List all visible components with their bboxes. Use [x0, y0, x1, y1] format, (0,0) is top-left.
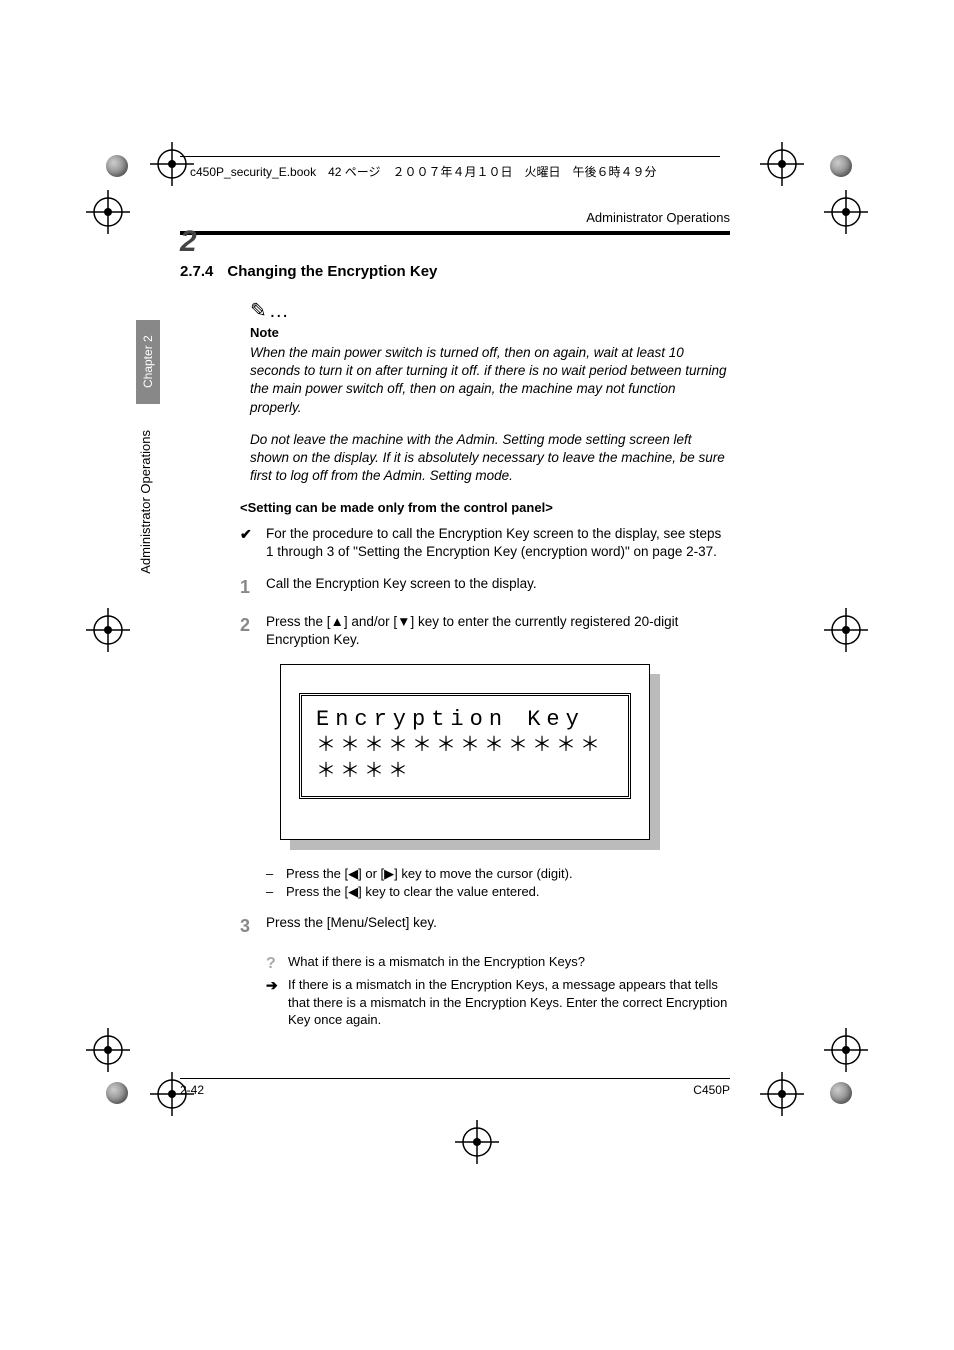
chapter-side-label: Administrator Operations	[138, 430, 153, 574]
procedure-step-1: 1 Call the Encryption Key screen to the …	[240, 575, 730, 599]
registration-mark-icon	[760, 1072, 804, 1116]
question-item: ? What if there is a mismatch in the Enc…	[266, 953, 730, 975]
lcd-line-1: Encryption Key	[316, 706, 614, 735]
section-title-text: Changing the Encryption Key	[227, 263, 437, 280]
note-paragraph: Do not leave the machine with the Admin.…	[250, 431, 730, 486]
registration-mark-icon	[455, 1120, 499, 1164]
note-label: Note	[250, 325, 730, 340]
procedure-text: Call the Encryption Key screen to the di…	[266, 575, 730, 599]
lcd-display: Encryption Key ＊＊＊＊＊＊＊＊＊＊＊＊＊＊＊＊	[280, 664, 650, 841]
dash-icon: –	[266, 866, 286, 882]
dash-icon: –	[266, 884, 286, 900]
question-text: What if there is a mismatch in the Encry…	[288, 953, 730, 975]
procedure-step-2: 2 Press the [▲] and/or [▼] key to enter …	[240, 613, 730, 649]
note-paragraph: When the main power switch is turned off…	[250, 344, 730, 417]
corner-dot	[106, 155, 128, 177]
arrow-icon: ➔	[266, 976, 288, 1029]
answer-text: If there is a mismatch in the Encryption…	[288, 976, 730, 1029]
running-head: Administrator Operations	[180, 210, 730, 225]
registration-mark-icon	[824, 1028, 868, 1072]
source-file-text: c450P_security_E.book 42 ページ ２００７年４月１０日 …	[190, 163, 657, 180]
substep-text: Press the [◀] or [▶] key to move the cur…	[286, 866, 730, 882]
procedure-text: For the procedure to call the Encryption…	[266, 525, 730, 561]
registration-mark-icon	[86, 1028, 130, 1072]
step-number: 2	[240, 613, 266, 649]
substep: – Press the [◀] key to clear the value e…	[266, 884, 730, 900]
registration-mark-icon	[86, 608, 130, 652]
page-number: 2-42	[180, 1083, 204, 1097]
procedure-prestep: ✔ For the procedure to call the Encrypti…	[240, 525, 730, 561]
registration-mark-icon	[760, 142, 804, 186]
corner-dot	[830, 155, 852, 177]
note-body: When the main power switch is turned off…	[250, 344, 730, 486]
registration-mark-icon	[150, 142, 194, 186]
procedure-step-3: 3 Press the [Menu/Select] key.	[240, 914, 730, 938]
step-number: 3	[240, 914, 266, 938]
question-icon: ?	[266, 953, 288, 975]
section-heading: 2.7.4 Changing the Encryption Key	[180, 263, 730, 280]
substep: – Press the [◀] or [▶] key to move the c…	[266, 866, 730, 882]
page-footer: 2-42 C450P	[180, 1078, 730, 1097]
answer-item: ➔ If there is a mismatch in the Encrypti…	[266, 976, 730, 1029]
corner-dot	[830, 1082, 852, 1104]
procedure-text: Press the [▲] and/or [▼] key to enter th…	[266, 613, 730, 649]
section-rule	[180, 231, 730, 235]
subheading: <Setting can be made only from the contr…	[240, 500, 730, 515]
model-label: C450P	[693, 1083, 730, 1097]
note-icon: ✎…	[250, 298, 730, 323]
registration-mark-icon	[86, 190, 130, 234]
lcd-line-2: ＊＊＊＊＊＊＊＊＊＊＊＊＊＊＊＊	[316, 734, 614, 786]
chapter-tab: Chapter 2	[136, 320, 160, 404]
procedure-text: Press the [Menu/Select] key.	[266, 914, 730, 938]
registration-mark-icon	[824, 190, 868, 234]
section-number: 2.7.4	[180, 263, 213, 280]
step-number: 1	[240, 575, 266, 599]
corner-dot	[106, 1082, 128, 1104]
header-rule	[180, 156, 720, 157]
substep-text: Press the [◀] key to clear the value ent…	[286, 884, 730, 900]
check-icon: ✔	[240, 525, 266, 561]
chapter-number: 2	[180, 225, 197, 259]
registration-mark-icon	[824, 608, 868, 652]
